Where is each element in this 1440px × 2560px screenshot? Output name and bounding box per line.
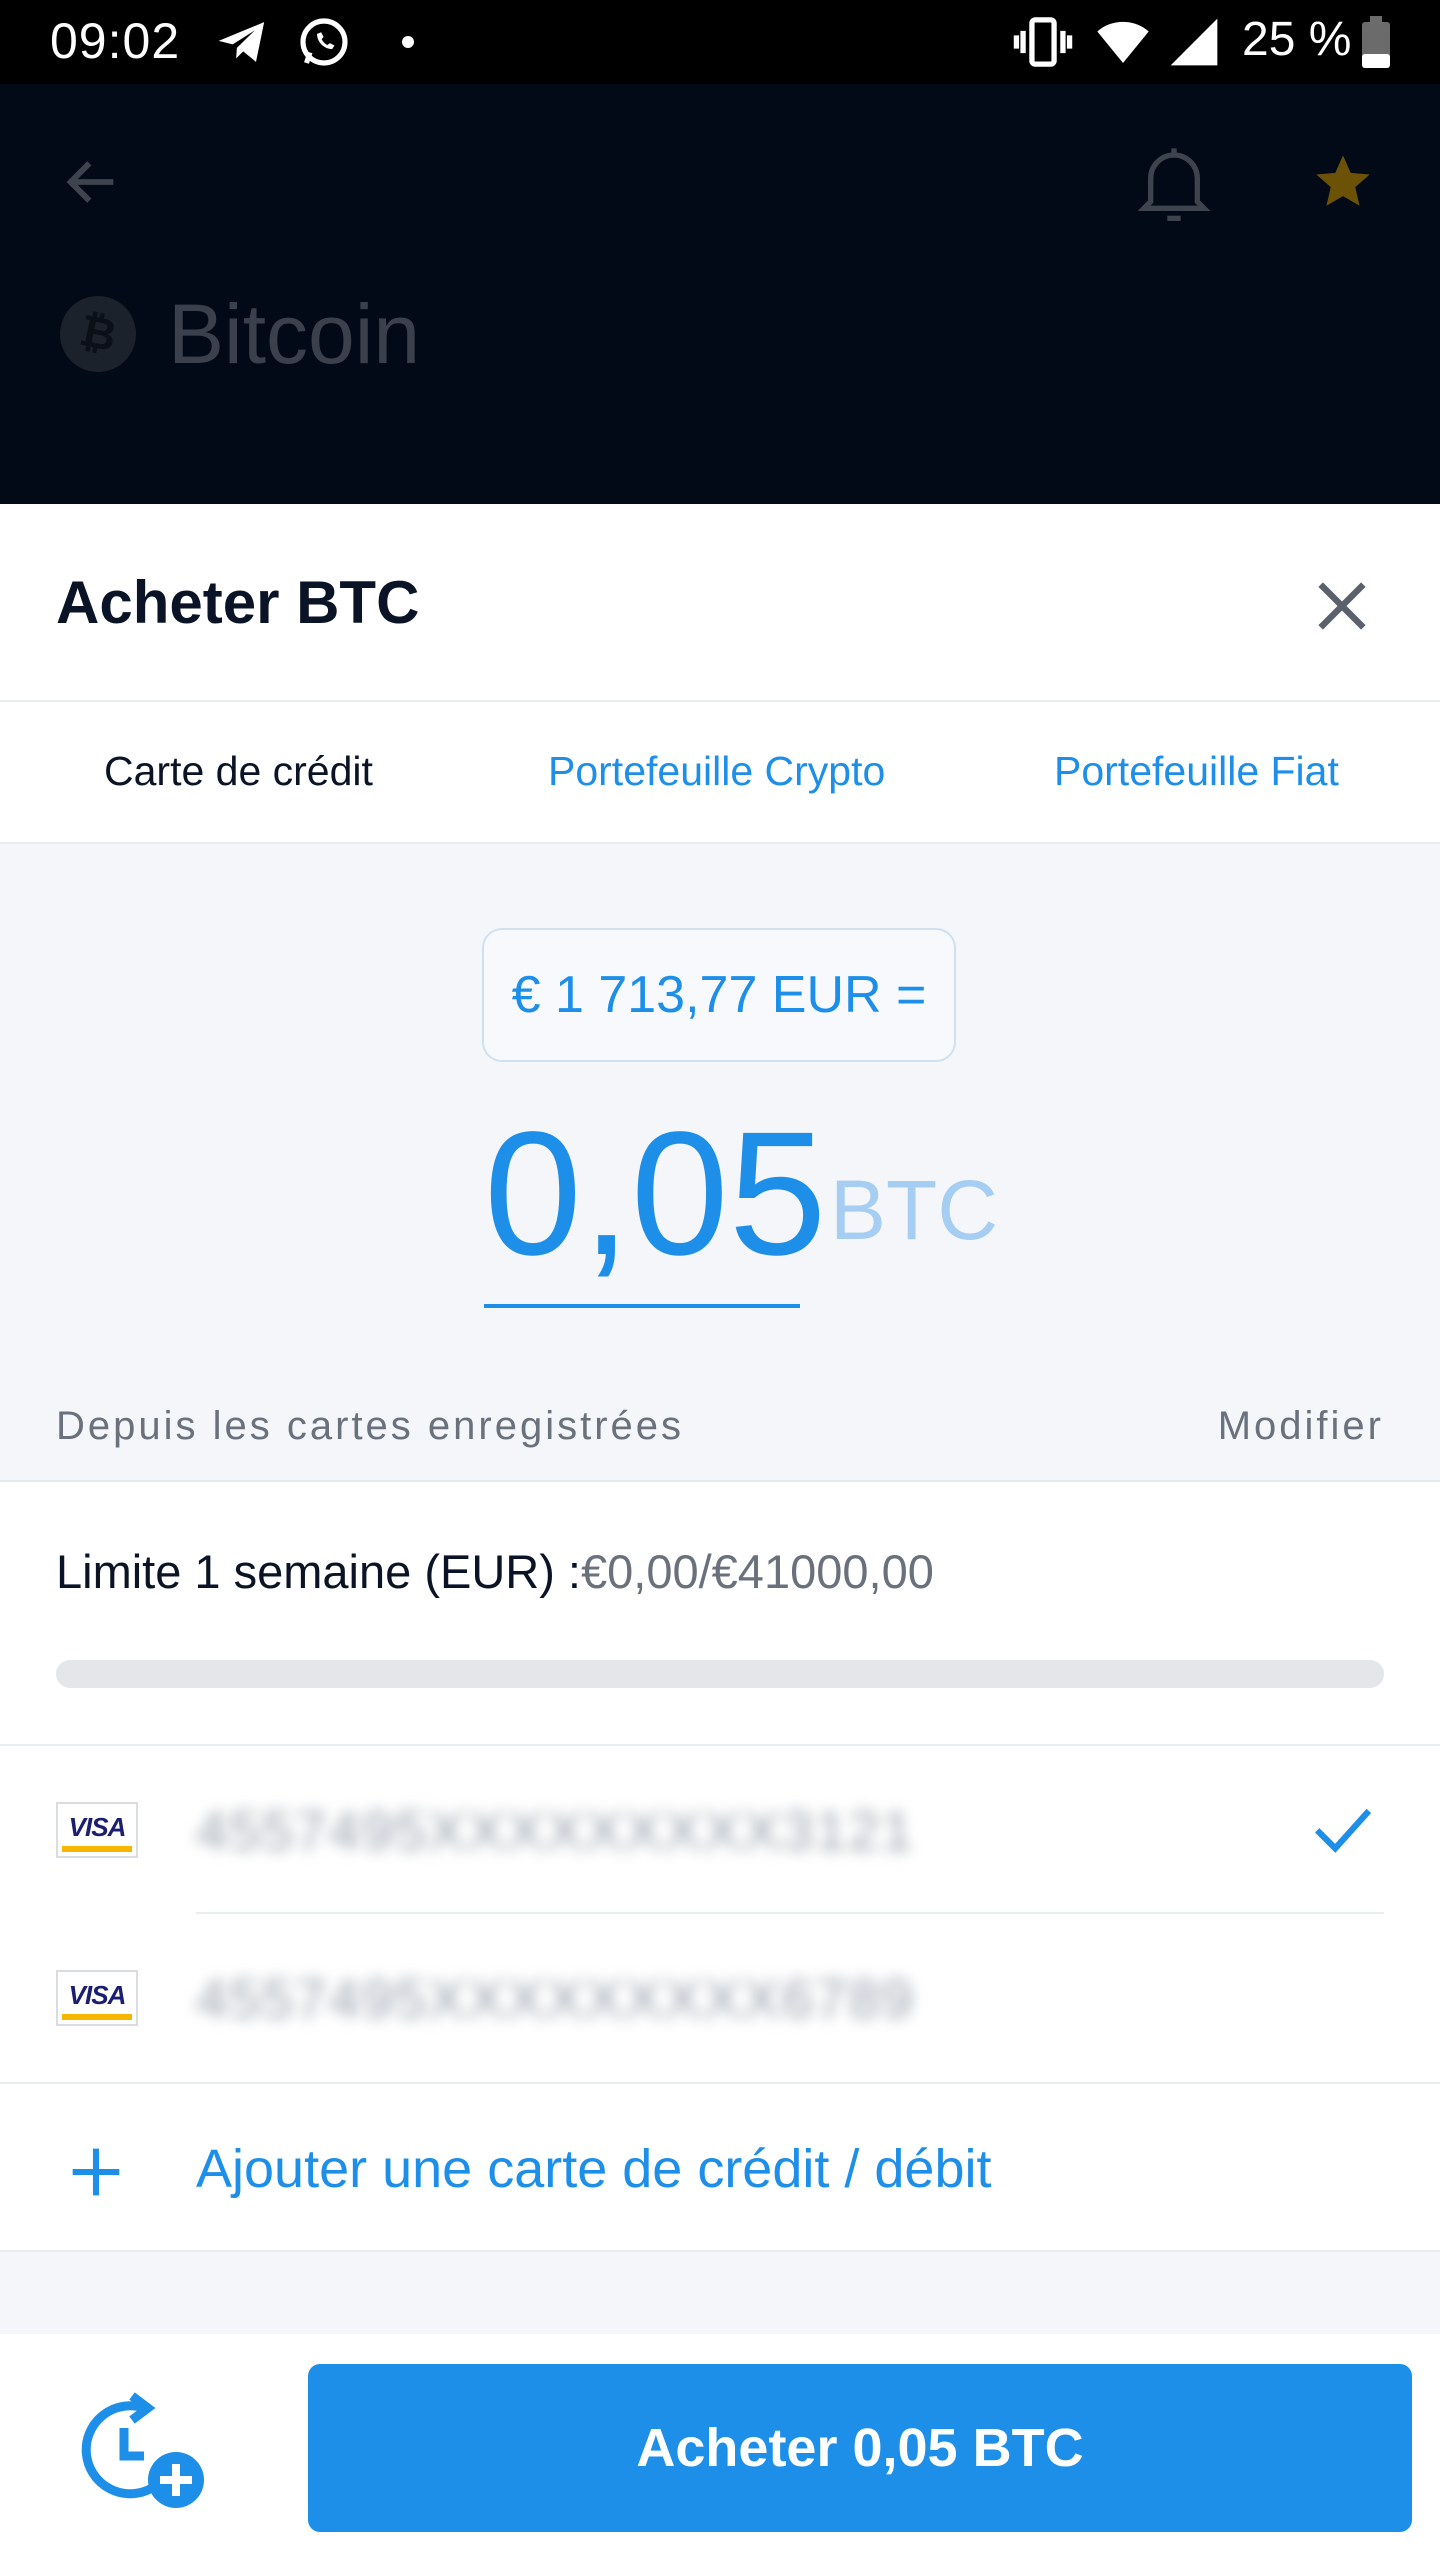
battery-percent: 25 % [1242, 13, 1352, 66]
fiat-equivalent-toggle[interactable]: € 1 713,77 EUR = [482, 928, 956, 1062]
card-number: 4557495XXXXXXXXX6789 [196, 1967, 915, 2030]
amount-underline [484, 1304, 800, 1308]
sheet-title: Acheter BTC [56, 569, 420, 636]
app-header: ₿ Bitcoin [0, 84, 1440, 504]
wifi-icon [1094, 14, 1152, 75]
status-time: 09:02 [50, 13, 181, 69]
payment-method-tabs: Carte de crédit Portefeuille Crypto Port… [0, 702, 1440, 844]
page-title: Bitcoin [168, 287, 421, 381]
visa-logo: VISA [56, 1802, 138, 1858]
amount-section: € 1 713,77 EUR = 0,05 BTC Depuis les car… [0, 844, 1440, 1482]
card-number: 4557495XXXXXXXXX3121 [196, 1799, 915, 1862]
limit-label: Limite 1 semaine (EUR) : [56, 1545, 581, 1598]
telegram-icon [214, 14, 270, 75]
limit-value: €0,00/€41000,00 [581, 1545, 934, 1598]
battery-icon [1362, 16, 1390, 73]
card-row[interactable]: VISA 4557495XXXXXXXXX6789 [0, 1914, 1440, 2082]
weekly-limit-section: Limite 1 semaine (EUR) :€0,00/€41000,00 [0, 1482, 1440, 1746]
recurring-buy-icon[interactable] [72, 2392, 212, 2517]
amount-input[interactable]: 0,05 [484, 1106, 827, 1282]
visa-logo: VISA [56, 1970, 138, 2026]
limit-progress-bar [56, 1660, 1384, 1688]
add-card-label: Ajouter une carte de crédit / débit [196, 2139, 992, 2199]
vibrate-icon [1012, 14, 1074, 75]
back-arrow-icon[interactable] [60, 150, 124, 219]
status-bar: 09:02 25 % [0, 0, 1440, 84]
signal-icon [1166, 14, 1222, 75]
limit-text: Limite 1 semaine (EUR) :€0,00/€41000,00 [56, 1544, 934, 1599]
tab-credit-card[interactable]: Carte de crédit [104, 748, 373, 795]
modify-button[interactable]: Modifier [1218, 1404, 1384, 1449]
card-row[interactable]: VISA 4557495XXXXXXXXX3121 [0, 1746, 1440, 1914]
source-label: Depuis les cartes enregistrées [56, 1404, 685, 1448]
close-icon[interactable] [1310, 574, 1374, 643]
favorite-star-icon[interactable] [1310, 150, 1376, 219]
add-card-button[interactable]: Ajouter une carte de crédit / débit [0, 2082, 1440, 2252]
sheet-header: Acheter BTC [0, 504, 1440, 702]
bitcoin-coin-icon: ₿ [60, 296, 136, 372]
checkmark-icon [1310, 1798, 1376, 1865]
dot-icon [400, 34, 416, 55]
plus-icon [68, 2144, 124, 2205]
buy-button[interactable]: Acheter 0,05 BTC [308, 2364, 1412, 2532]
bell-icon[interactable] [1134, 140, 1214, 235]
tab-crypto-wallet[interactable]: Portefeuille Crypto [548, 748, 885, 795]
spacer [0, 2252, 1440, 2334]
bottom-action-bar: Acheter 0,05 BTC [0, 2334, 1440, 2560]
tab-fiat-wallet[interactable]: Portefeuille Fiat [1054, 748, 1339, 795]
whatsapp-icon [296, 14, 352, 75]
amount-unit: BTC [830, 1163, 998, 1257]
